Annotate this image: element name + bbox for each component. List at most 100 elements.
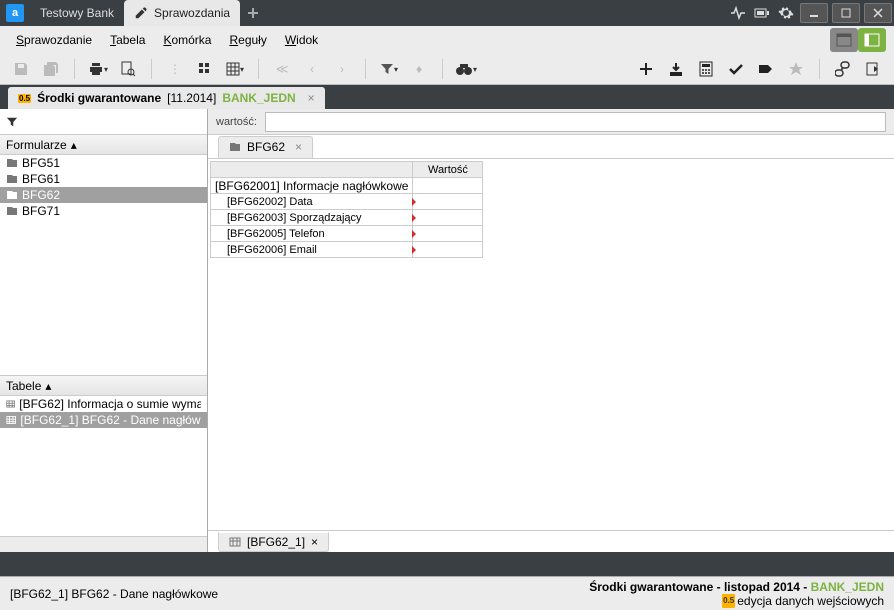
statusbar-sub: edycja danych wejściowych: [737, 594, 884, 608]
menu-reguly[interactable]: Reguły: [221, 29, 274, 51]
grid-cell[interactable]: [413, 242, 483, 258]
print-preview-icon[interactable]: [117, 58, 139, 80]
grid-row-label: [BFG62005] Telefon: [211, 226, 413, 242]
view-mode-1-icon[interactable]: [830, 28, 858, 52]
gear-icon[interactable]: [774, 1, 798, 25]
grid-area[interactable]: Wartość [BFG62001] Informacje nagłówkowe…: [208, 159, 894, 530]
grid-cell[interactable]: [413, 194, 483, 210]
document-tab-bank: BANK_JEDN: [222, 91, 295, 105]
tool-table-icon[interactable]: ▾: [224, 58, 246, 80]
collapse-icon: ▴: [71, 138, 77, 152]
table-item-label: [BFG62] Informacja o sumie wymagalnych..…: [19, 397, 201, 411]
grid-row[interactable]: [BFG62005] Telefon: [211, 226, 483, 242]
dark-strip: [0, 552, 894, 576]
calculator-icon[interactable]: [695, 58, 717, 80]
tables-list: [BFG62] Informacja o sumie wymagalnych..…: [0, 396, 207, 536]
menu-sprawozdanie[interactable]: Sprawozdanie: [8, 29, 100, 51]
forms-list: BFG51 BFG61 BFG62 BFG71: [0, 155, 207, 376]
grid-col-header[interactable]: Wartość: [413, 162, 483, 178]
badge-icon: 0.5: [722, 594, 735, 608]
menubar-area: Sprawozdanie Tabela Komórka Reguły Widok…: [0, 26, 894, 85]
left-panel: Formularze ▴ BFG51 BFG61 BFG62 BFG71 Tab…: [0, 109, 208, 552]
document-tab-period: [11.2014]: [167, 91, 216, 105]
tables-header[interactable]: Tabele ▴: [0, 376, 207, 396]
tool-grid-icon[interactable]: [194, 58, 216, 80]
print-icon[interactable]: ▾: [87, 58, 109, 80]
grid-row[interactable]: [BFG62002] Data: [211, 194, 483, 210]
form-item-label: BFG51: [22, 156, 60, 170]
document-tab-close-icon[interactable]: ×: [302, 91, 315, 105]
value-input[interactable]: [265, 112, 886, 132]
statusbar: [BFG62_1] BFG62 - Dane nagłówkowe Środki…: [0, 576, 894, 610]
filter-icon[interactable]: ▾: [378, 58, 400, 80]
statusbar-right: Środki gwarantowane - listopad 2014 - BA…: [589, 580, 884, 609]
inner-tab[interactable]: BFG62 ×: [218, 136, 313, 158]
statusbar-left: [BFG62_1] BFG62 - Dane nagłówkowe: [10, 587, 218, 601]
grid-cell[interactable]: [413, 226, 483, 242]
add-icon[interactable]: [635, 58, 657, 80]
activity-icon[interactable]: [726, 1, 750, 25]
document-tabbar: 0.5 Środki gwarantowane [11.2014] BANK_J…: [0, 85, 894, 109]
export-icon[interactable]: [862, 58, 884, 80]
forms-header[interactable]: Formularze ▴: [0, 135, 207, 155]
table-item-selected[interactable]: [BFG62_1] BFG62 - Dane nagłówkowe: [0, 412, 207, 428]
bottom-tab-close-icon[interactable]: ×: [311, 535, 318, 549]
new-tab-button[interactable]: [240, 7, 266, 19]
star-icon[interactable]: [785, 58, 807, 80]
menu-komorka[interactable]: Komórka: [155, 29, 219, 51]
collapse-icon: ▴: [45, 379, 51, 393]
maximize-button[interactable]: [832, 3, 860, 23]
inner-tab-close-icon[interactable]: ×: [291, 140, 302, 154]
minimize-button[interactable]: [800, 3, 828, 23]
main-split: Formularze ▴ BFG51 BFG61 BFG62 BFG71 Tab…: [0, 109, 894, 552]
edit-icon: [134, 6, 148, 20]
toolbar: ▾ ⋮ ▾ ≪ ‹ › ▾ ♦ ▾: [0, 54, 894, 84]
save-all-icon[interactable]: [40, 58, 62, 80]
bottom-tabbar: [BFG62_1] ×: [208, 530, 894, 552]
inner-tab-label: BFG62: [247, 140, 285, 154]
app-icon: a: [6, 4, 24, 22]
menu-tabela[interactable]: Tabela: [102, 29, 153, 51]
forms-header-label: Formularze: [6, 138, 67, 152]
grid-row[interactable]: [BFG62006] Email: [211, 242, 483, 258]
titlebar-tab-bank[interactable]: Testowy Bank: [30, 0, 124, 26]
left-scroll-footer[interactable]: [0, 536, 207, 552]
form-item[interactable]: BFG71: [0, 203, 207, 219]
battery-icon[interactable]: [750, 1, 774, 25]
grid-row-label: [BFG62002] Data: [211, 194, 413, 210]
save-icon[interactable]: [10, 58, 32, 80]
grid-row-label: [BFG62006] Email: [211, 242, 413, 258]
nav-first-icon: ≪: [271, 58, 293, 80]
close-button[interactable]: [864, 3, 892, 23]
titlebar-tab-reports[interactable]: Sprawozdania: [124, 0, 240, 26]
inner-tabbar: BFG62 ×: [208, 135, 894, 159]
value-bar: wartość:: [208, 109, 894, 135]
binoculars-icon[interactable]: ▾: [455, 58, 477, 80]
titlebar-tab-bank-label: Testowy Bank: [40, 6, 114, 20]
table-item-label: [BFG62_1] BFG62 - Dane nagłówkowe: [20, 413, 201, 427]
grid-row[interactable]: [BFG62001] Informacje nagłówkowe: [211, 178, 483, 194]
value-label: wartość:: [208, 116, 265, 128]
grid-row-label: [BFG62001] Informacje nagłówkowe: [211, 178, 413, 194]
grid-cell[interactable]: [413, 210, 483, 226]
grid-row[interactable]: [BFG62003] Sporządzający: [211, 210, 483, 226]
check-icon[interactable]: [725, 58, 747, 80]
badge-icon: 0.5: [18, 94, 31, 103]
menu-widok[interactable]: Widok: [277, 29, 326, 51]
form-item-selected[interactable]: BFG62: [0, 187, 207, 203]
link-icon[interactable]: [832, 58, 854, 80]
document-tab[interactable]: 0.5 Środki gwarantowane [11.2014] BANK_J…: [8, 87, 325, 109]
form-item[interactable]: BFG51: [0, 155, 207, 171]
grid-cell[interactable]: [413, 178, 483, 194]
data-grid: Wartość [BFG62001] Informacje nagłówkowe…: [210, 161, 483, 258]
table-item[interactable]: [BFG62] Informacja o sumie wymagalnych..…: [0, 396, 207, 412]
download-icon[interactable]: [665, 58, 687, 80]
form-item[interactable]: BFG61: [0, 171, 207, 187]
bottom-tab[interactable]: [BFG62_1] ×: [218, 532, 329, 552]
filter-bar[interactable]: [0, 109, 207, 135]
titlebar: a Testowy Bank Sprawozdania: [0, 0, 894, 26]
tag-icon[interactable]: [755, 58, 777, 80]
view-mode-2-icon[interactable]: [858, 28, 886, 52]
grid-corner: [211, 162, 413, 178]
form-item-label: BFG71: [22, 204, 60, 218]
